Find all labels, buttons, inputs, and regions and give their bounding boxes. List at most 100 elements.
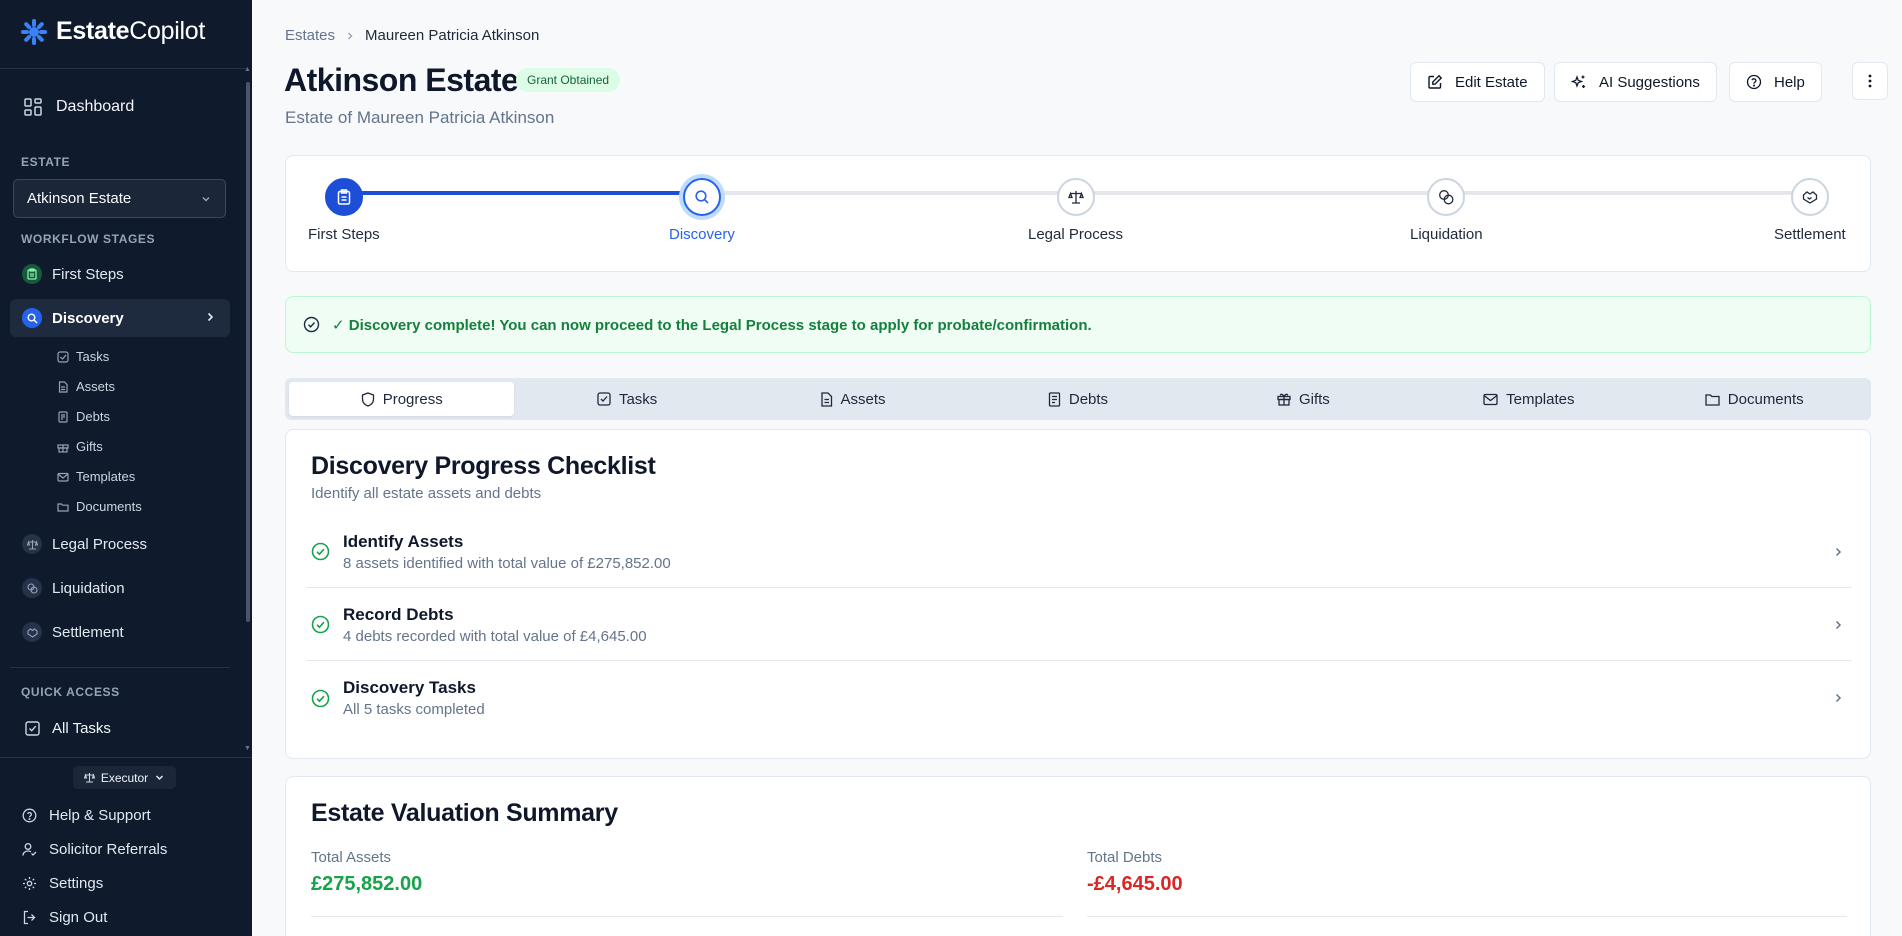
solicitor-referrals-link[interactable]: Solicitor Referrals — [22, 841, 167, 858]
tab-templates[interactable]: Templates — [1416, 382, 1641, 416]
check-circle-icon — [311, 615, 331, 634]
breadcrumb-current: Maureen Patricia Atkinson — [365, 27, 540, 44]
sidebar-item-discovery[interactable]: Discovery — [10, 299, 230, 337]
ai-suggestions-label: AI Suggestions — [1599, 73, 1700, 91]
sidebar-divider — [10, 667, 230, 668]
folder-icon — [1705, 393, 1720, 406]
help-support-link[interactable]: Help & Support — [22, 807, 151, 824]
step-settlement[interactable]: Settlement — [1774, 178, 1846, 243]
tab-label: Progress — [382, 390, 443, 408]
checklist-title: Discovery Progress Checklist — [311, 452, 656, 480]
help-label: Help — [1774, 73, 1805, 91]
user-check-icon — [22, 842, 37, 857]
mail-icon — [1483, 393, 1498, 406]
tab-debts[interactable]: Debts — [965, 382, 1190, 416]
tab-label: Debts — [1068, 390, 1109, 408]
tab-progress[interactable]: Progress — [289, 382, 515, 416]
sidebar-item-label: Discovery — [52, 309, 124, 327]
sidebar-subitem-label: Assets — [76, 379, 116, 394]
scale-icon — [22, 534, 42, 554]
alert-text: ✓ Discovery complete! You can now procee… — [332, 316, 1092, 334]
sidebar-item-dashboard[interactable]: Dashboard — [24, 98, 134, 116]
role-switcher[interactable]: Executor — [73, 766, 176, 789]
checklist-item-discovery-tasks[interactable]: Discovery Tasks All 5 tasks completed — [306, 662, 1852, 734]
sidebar-subitem-label: Tasks — [76, 349, 110, 364]
step-liquidation[interactable]: Liquidation — [1410, 178, 1483, 243]
sidebar: EstateCopilot Dashboard ESTATE Atkinson … — [0, 0, 252, 936]
edit-estate-button[interactable]: Edit Estate — [1410, 62, 1545, 102]
tab-gifts[interactable]: Gifts — [1191, 382, 1416, 416]
page-subtitle: Estate of Maureen Patricia Atkinson — [285, 108, 555, 127]
check-circle-icon — [303, 316, 320, 333]
tab-label: Templates — [1506, 390, 1575, 408]
more-vertical-icon — [1868, 73, 1872, 89]
tab-assets[interactable]: Assets — [740, 382, 965, 416]
main-content: Estates Maureen Patricia Atkinson Atkins… — [252, 0, 1902, 936]
tab-tasks[interactable]: Tasks — [514, 382, 739, 416]
sidebar-subitem-documents[interactable]: Documents — [57, 499, 142, 514]
check-square-icon — [57, 350, 69, 363]
chevron-right-icon — [1832, 619, 1844, 631]
sidebar-scrollbar[interactable] — [246, 82, 250, 622]
sidebar-item-legal-process[interactable]: Legal Process — [10, 525, 230, 563]
estate-tabs: Progress Tasks Assets Debts Gifts Templa… — [285, 378, 1871, 420]
chevron-right-icon — [1832, 692, 1844, 704]
step-discovery[interactable]: Discovery — [669, 178, 735, 243]
sidebar-item-settlement[interactable]: Settlement — [10, 613, 230, 651]
search-icon — [682, 178, 721, 216]
chevron-down-icon — [200, 193, 212, 205]
ai-suggestions-button[interactable]: AI Suggestions — [1554, 62, 1717, 102]
file-icon — [820, 391, 833, 407]
more-options-button[interactable] — [1852, 62, 1888, 100]
chevron-right-icon — [345, 31, 355, 41]
scale-icon — [83, 772, 95, 783]
sidebar-subitem-gifts[interactable]: Gifts — [57, 439, 103, 454]
step-legal-process[interactable]: Legal Process — [1028, 178, 1123, 243]
sidebar-subitem-label: Documents — [76, 499, 142, 514]
quick-access-heading: QUICK ACCESS — [21, 685, 120, 699]
sidebar-item-first-steps[interactable]: First Steps — [10, 255, 230, 293]
discovery-checklist-card: Discovery Progress Checklist Identify al… — [285, 429, 1871, 759]
sidebar-subitem-templates[interactable]: Templates — [57, 469, 135, 484]
sidebar-subitem-tasks[interactable]: Tasks — [57, 349, 109, 364]
handshake-icon — [1790, 178, 1829, 216]
file-icon — [57, 380, 69, 393]
tab-documents[interactable]: Documents — [1642, 382, 1867, 416]
estate-heading: ESTATE — [21, 155, 71, 169]
sidebar-item-liquidation[interactable]: Liquidation — [10, 569, 230, 607]
search-icon — [22, 308, 42, 328]
checklist-item-identify-assets[interactable]: Identify Assets 8 assets identified with… — [306, 516, 1852, 588]
bottom-link-label: Sign Out — [49, 909, 108, 926]
sidebar-item-all-tasks[interactable]: All Tasks — [25, 720, 111, 737]
checklist-item-title: Discovery Tasks — [343, 678, 476, 697]
sidebar-subitem-label: Templates — [76, 469, 136, 484]
scroll-down-icon[interactable]: ▼ — [244, 745, 251, 752]
shield-icon — [361, 391, 375, 407]
help-circle-icon — [1746, 74, 1762, 90]
sidebar-divider — [0, 68, 246, 69]
status-badge: Grant Obtained — [516, 68, 621, 92]
step-first-steps[interactable]: First Steps — [308, 178, 380, 243]
total-debts-label: Total Debts — [1087, 849, 1163, 866]
valuation-title: Estate Valuation Summary — [311, 799, 618, 827]
check-square-icon — [597, 392, 611, 406]
app-logo[interactable]: EstateCopilot — [20, 17, 205, 46]
checklist-item-subtitle: All 5 tasks completed — [343, 701, 485, 718]
clipboard-icon — [22, 264, 42, 284]
checklist-item-record-debts[interactable]: Record Debts 4 debts recorded with total… — [306, 589, 1852, 661]
scroll-up-icon[interactable]: ▲ — [244, 66, 251, 73]
stepper-progress — [346, 191, 711, 195]
page-title: Atkinson Estate — [284, 62, 519, 98]
sign-out-link[interactable]: Sign Out — [22, 909, 107, 926]
help-button[interactable]: Help — [1729, 62, 1822, 102]
sign-out-icon — [22, 910, 37, 925]
checklist-text: Record Debts 4 debts recorded with total… — [343, 605, 1832, 645]
sidebar-item-label: Settlement — [52, 623, 124, 641]
workflow-heading: WORKFLOW STAGES — [21, 232, 156, 246]
sidebar-subitem-assets[interactable]: Assets — [57, 379, 115, 394]
sidebar-subitem-debts[interactable]: Debts — [57, 409, 110, 424]
estate-select[interactable]: Atkinson Estate — [13, 179, 226, 218]
settings-link[interactable]: Settings — [22, 875, 103, 892]
breadcrumb-estates[interactable]: Estates — [285, 27, 335, 44]
step-label: First Steps — [308, 226, 380, 243]
